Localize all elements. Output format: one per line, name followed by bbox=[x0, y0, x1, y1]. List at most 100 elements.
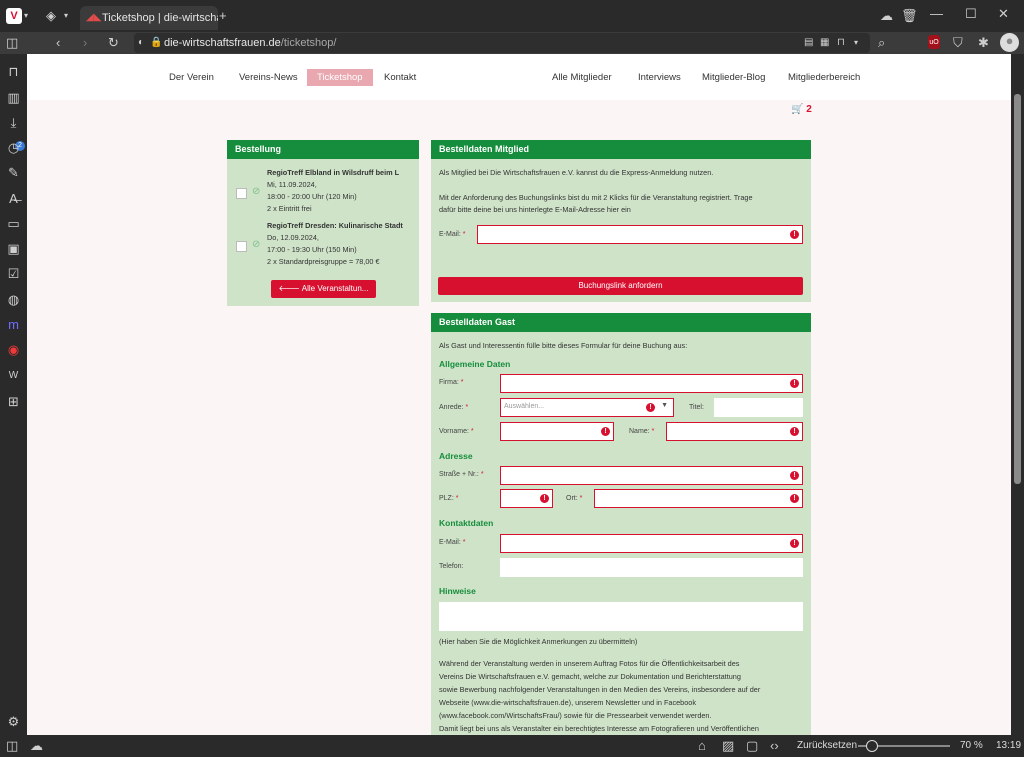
section-address: Adresse bbox=[439, 451, 473, 461]
close-icon[interactable]: ✕ bbox=[998, 6, 1009, 22]
anrede-select[interactable]: Auswählen... ! ▼ bbox=[500, 398, 674, 417]
guest-email-input[interactable]: ! bbox=[500, 534, 803, 553]
order-item-checkbox[interactable] bbox=[236, 241, 247, 252]
error-icon: ! bbox=[790, 471, 799, 480]
firma-label-text: Firma: bbox=[439, 379, 459, 386]
all-events-button[interactable]: 🡐 Alle Veranstaltun... bbox=[271, 280, 376, 298]
bookmark-icon[interactable]: ⊓ bbox=[6, 64, 21, 80]
member-info-2: dafür bitte deine bei uns hinterlegte E-… bbox=[439, 205, 631, 214]
nav-ticketshop[interactable]: Ticketshop bbox=[307, 69, 373, 86]
panel-toggle-icon[interactable]: ◫ bbox=[6, 35, 18, 51]
forward-icon[interactable]: › bbox=[83, 35, 87, 51]
vorname-input[interactable]: ! bbox=[500, 422, 614, 441]
nav-mitgliederbereich[interactable]: Mitgliederbereich bbox=[788, 72, 860, 83]
reading-list-icon[interactable]: ▥ bbox=[6, 90, 21, 106]
order-item: RegioTreff Elbland in Wilsdruff beim L M… bbox=[267, 167, 417, 215]
order-item-time: 17:00 - 19:30 Uhr (150 Min) bbox=[267, 245, 357, 254]
cloud-icon[interactable]: ☁ bbox=[880, 8, 893, 24]
zoom-slider[interactable] bbox=[858, 740, 950, 752]
chat-icon[interactable]: ◍ bbox=[6, 292, 21, 308]
chevron-down-icon[interactable]: ▾ bbox=[64, 8, 68, 24]
image-icon[interactable]: ▨ bbox=[722, 738, 734, 754]
camera-icon[interactable]: ⌂ bbox=[698, 738, 706, 754]
telefon-input[interactable] bbox=[500, 558, 803, 577]
tasks-icon[interactable]: ☑ bbox=[6, 266, 21, 282]
arrow-left-icon: 🡐 bbox=[278, 284, 300, 293]
url-field[interactable]: ◐ 🔒 die-wirtschaftsfrauen.de/ticketshop/… bbox=[134, 33, 870, 53]
notes-textarea[interactable] bbox=[439, 602, 803, 631]
reload-icon[interactable]: ↻ bbox=[108, 35, 119, 51]
ublock-icon[interactable]: uO bbox=[928, 35, 940, 49]
member-email-input[interactable]: ! bbox=[477, 225, 803, 244]
member-email-label: E-Mail: * bbox=[439, 231, 466, 238]
avatar[interactable]: ● bbox=[1000, 33, 1019, 52]
zoom-reset-button[interactable]: Zurücksetzen bbox=[797, 740, 857, 751]
section-contact: Kontaktdaten bbox=[439, 518, 494, 528]
titel-input[interactable] bbox=[714, 398, 803, 417]
back-icon[interactable]: ‹ bbox=[56, 35, 60, 51]
shield-icon[interactable]: ⛉ bbox=[953, 35, 963, 51]
notes-hint: (Hier haben Sie die Möglichkeit Anmerkun… bbox=[439, 637, 638, 646]
bookmark-icon[interactable]: ⊓ bbox=[837, 35, 845, 51]
nav-interviews[interactable]: Interviews bbox=[638, 72, 681, 83]
maximize-icon[interactable]: ☐ bbox=[965, 6, 977, 22]
download-icon[interactable]: ⤓ bbox=[6, 115, 21, 131]
window-icon[interactable]: ▭ bbox=[6, 216, 21, 232]
name-input[interactable]: ! bbox=[666, 422, 803, 441]
qr-icon[interactable]: ▦ bbox=[820, 35, 829, 51]
error-icon: ! bbox=[790, 427, 799, 436]
search-icon[interactable]: ⌕ bbox=[878, 35, 885, 51]
calendar-icon[interactable]: ▣ bbox=[6, 241, 21, 257]
photo-line: Während der Veranstaltung werden in unse… bbox=[439, 659, 740, 668]
translate-icon[interactable]: A̶ bbox=[6, 191, 21, 207]
nav-alle-mitglieder[interactable]: Alle Mitglieder bbox=[552, 72, 612, 83]
nav-mitglieder-blog[interactable]: Mitglieder-Blog bbox=[702, 72, 765, 83]
chevron-down-icon[interactable]: ▾ bbox=[24, 8, 28, 24]
plz-input[interactable]: ! bbox=[500, 489, 553, 508]
guest-email-label-text: E-Mail: bbox=[439, 539, 461, 546]
notes-icon[interactable]: ✎ bbox=[6, 165, 21, 181]
cloud-sync-icon[interactable]: ☁ bbox=[30, 738, 43, 754]
vivaldi-icon[interactable]: ◉ bbox=[6, 342, 21, 358]
anrede-label: Anrede: * bbox=[439, 404, 469, 411]
reader-icon[interactable]: ▤ bbox=[804, 35, 813, 51]
scrollbar-thumb[interactable] bbox=[1014, 94, 1021, 484]
order-item-checkbox[interactable] bbox=[236, 188, 247, 199]
minimize-icon[interactable]: — bbox=[930, 6, 943, 22]
tab-title: Ticketshop | die-wirtschaftsf bbox=[102, 12, 218, 24]
lock-icon: 🔒 bbox=[150, 37, 163, 48]
page-scrollbar[interactable] bbox=[1011, 54, 1024, 735]
nav-kontakt[interactable]: Kontakt bbox=[384, 72, 416, 83]
trash-icon[interactable]: 🗑 bbox=[901, 8, 918, 24]
add-panel-icon[interactable]: ⊞ bbox=[6, 394, 21, 410]
settings-icon[interactable]: ⚙ bbox=[6, 714, 21, 730]
zoom-slider-handle[interactable] bbox=[866, 740, 878, 752]
chevron-down-icon[interactable]: ▾ bbox=[854, 35, 858, 51]
vivaldi-menu-icon[interactable]: V bbox=[6, 8, 22, 24]
panel-toggle-icon[interactable]: ◫ bbox=[6, 738, 18, 754]
firma-input[interactable]: ! bbox=[500, 374, 803, 393]
nav-der-verein[interactable]: Der Verein bbox=[169, 72, 214, 83]
strasse-input[interactable]: ! bbox=[500, 466, 803, 485]
vorname-label-text: Vorname: bbox=[439, 428, 469, 435]
ticket-icon: ⊘ bbox=[252, 186, 261, 197]
ort-label-text: Ort: bbox=[566, 495, 578, 502]
nav-vereins-news[interactable]: Vereins-News bbox=[239, 72, 298, 83]
tab-stack-icon[interactable]: ◈ bbox=[46, 8, 56, 24]
wikipedia-icon[interactable]: W bbox=[6, 368, 21, 384]
order-item-qty: 2 x Eintritt frei bbox=[267, 204, 312, 213]
new-tab-icon[interactable]: + bbox=[219, 8, 227, 24]
extensions-icon[interactable]: ✱ bbox=[978, 35, 989, 51]
request-booking-link-button[interactable]: Buchungslink anfordern bbox=[438, 277, 803, 295]
strasse-label: Straße + Nr.: * bbox=[439, 471, 484, 478]
cart-button[interactable]: 🛒 2 bbox=[791, 104, 812, 115]
order-box: Bestellung ⊘ RegioTreff Elbland in Wilsd… bbox=[227, 140, 419, 306]
code-icon[interactable]: ‹› bbox=[770, 738, 779, 754]
mastodon-icon[interactable]: m bbox=[6, 317, 21, 333]
tab-ticketshop[interactable]: ◢◣ Ticketshop | die-wirtschaftsf bbox=[80, 6, 218, 30]
window-icon[interactable]: ▢ bbox=[746, 738, 758, 754]
site-info-icon[interactable]: ◐ bbox=[138, 35, 144, 51]
ort-input[interactable]: ! bbox=[594, 489, 803, 508]
guest-email-label: E-Mail: * bbox=[439, 539, 466, 546]
history-icon[interactable]: ◷ bbox=[6, 140, 21, 156]
